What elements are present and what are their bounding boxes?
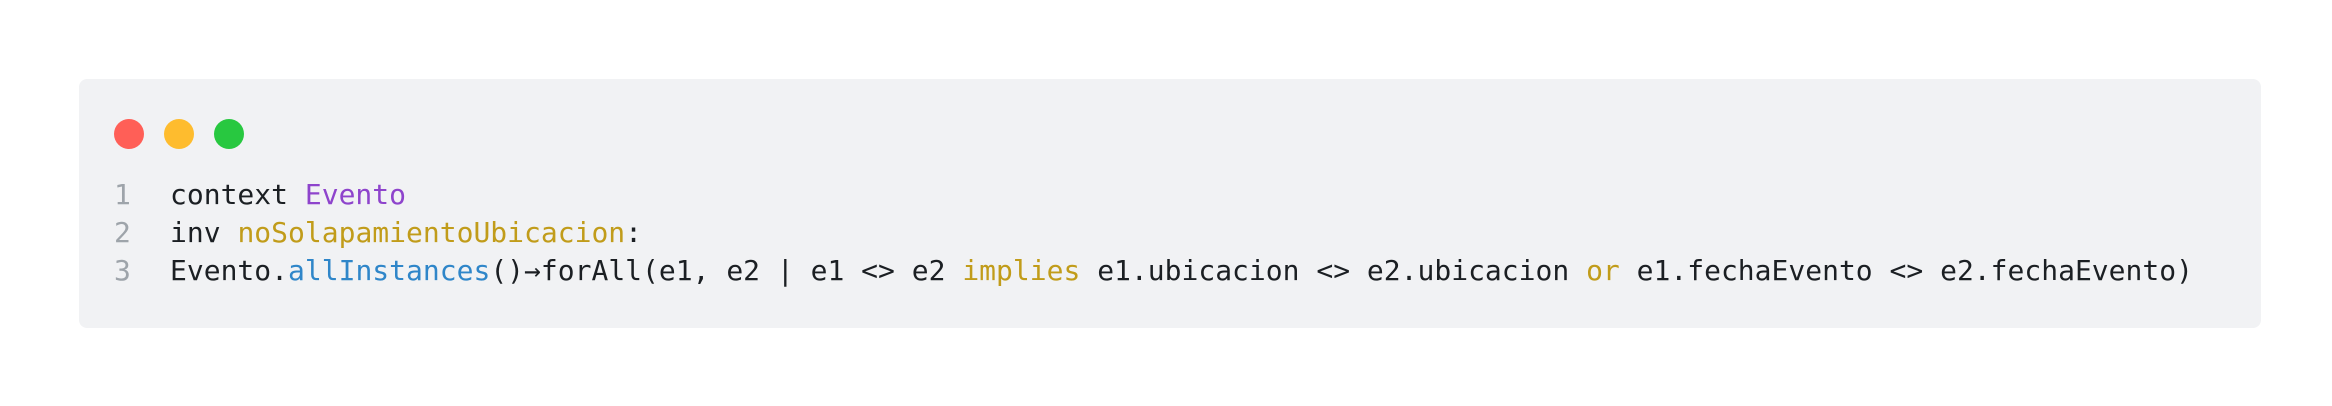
window-controls: [114, 119, 244, 149]
line-number: 3: [114, 254, 131, 287]
code-function: allInstances: [288, 254, 491, 287]
line-number: 1: [114, 178, 131, 211]
code-text: Evento.: [170, 254, 289, 287]
code-keyword: inv: [170, 216, 238, 249]
code-type-name: Evento: [304, 178, 407, 211]
code-punctuation: :: [625, 216, 643, 249]
code-invariant-name: noSolapamientoUbicacion: [237, 216, 626, 249]
code-line: 3 Evento. allInstances ()→forAll(e1, e2 | e…: [114, 252, 2193, 290]
line-number: 2: [114, 216, 131, 249]
code-line: 2 inv noSolapamientoUbicacion:: [114, 214, 2193, 252]
code-keyword: context: [170, 178, 305, 211]
code-text: e1.ubicacion <> e2.ubicacion: [1080, 254, 1587, 287]
code-line: 1 context Evento: [114, 176, 2193, 214]
close-button[interactable]: [114, 119, 144, 149]
code-keyword-or: or: [1586, 254, 1620, 287]
minimize-button[interactable]: [164, 119, 194, 149]
code-text: ()→forAll(e1, e2 | e1 <> e2: [490, 254, 963, 287]
code-block: 1 context Evento 2 inv noSolapamientoUbica…: [114, 176, 2193, 290]
code-text: e1.fechaEvento <> e2.fechaEvento): [1619, 254, 2193, 287]
zoom-button[interactable]: [214, 119, 244, 149]
code-keyword-implies: implies: [962, 254, 1081, 287]
code-window: 1 context Evento 2 inv noSolapamientoUbica…: [79, 79, 2261, 328]
